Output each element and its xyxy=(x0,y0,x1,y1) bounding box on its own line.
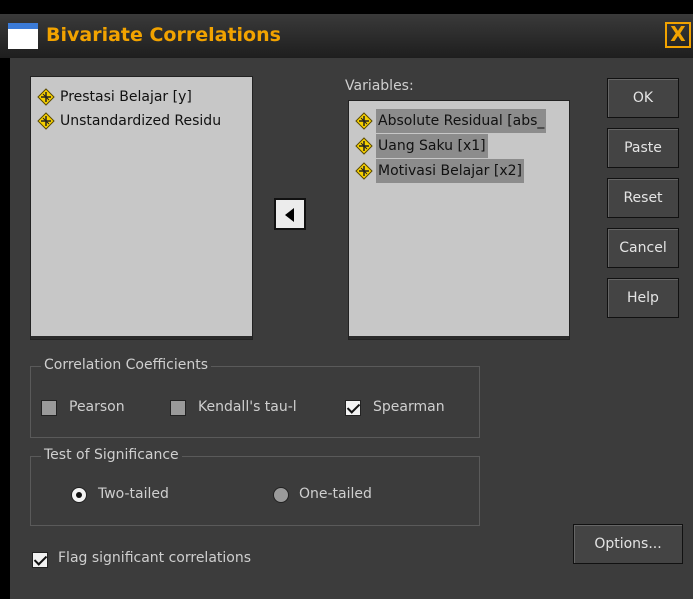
source-list-item-label: Prestasi Belajar [y] xyxy=(60,89,192,105)
ok-button[interactable]: OK xyxy=(607,78,679,118)
list-bottom-edge xyxy=(349,336,569,339)
one-tailed-label: One-tailed xyxy=(299,486,372,502)
help-button[interactable]: Help xyxy=(607,278,679,318)
test-of-significance-group: Test of Significance Two-tailed One-tail… xyxy=(30,447,480,526)
scale-variable-icon xyxy=(355,112,373,130)
source-variable-list[interactable]: Prestasi Belajar [y] Unstandardized Resi… xyxy=(30,76,253,340)
window-title: Bivariate Correlations xyxy=(46,24,281,46)
title-bar[interactable]: Bivariate Correlations X xyxy=(0,14,693,58)
arrow-left-icon xyxy=(285,208,294,222)
variables-list-item[interactable]: Motivasi Belajar [x2] xyxy=(355,159,524,183)
bivariate-correlations-dialog: Bivariate Correlations X Prestasi Belaja… xyxy=(0,0,693,599)
options-button[interactable]: Options... xyxy=(573,524,683,564)
paste-button[interactable]: Paste xyxy=(607,128,679,168)
variables-list-item-label: Uang Saku [x1] xyxy=(376,134,488,158)
pearson-label: Pearson xyxy=(69,399,125,415)
one-tailed-radio[interactable] xyxy=(273,487,289,503)
correlation-coefficients-title: Correlation Coefficients xyxy=(41,357,211,373)
kendall-checkbox[interactable] xyxy=(170,400,186,416)
scale-variable-icon xyxy=(37,88,55,106)
spearman-label: Spearman xyxy=(373,399,445,415)
flag-significant-label: Flag significant correlations xyxy=(58,550,252,566)
kendall-label: Kendall's tau-l xyxy=(198,399,297,415)
scale-variable-icon xyxy=(37,112,55,130)
spearman-checkbox[interactable] xyxy=(345,400,361,416)
source-list-item[interactable]: Prestasi Belajar [y] xyxy=(37,85,194,109)
correlation-coefficients-group: Correlation Coefficients Pearson Kendall… xyxy=(30,357,480,438)
window-icon xyxy=(8,23,38,49)
pearson-checkbox[interactable] xyxy=(41,400,57,416)
reset-button[interactable]: Reset xyxy=(607,178,679,218)
variables-label: Variables: xyxy=(345,78,414,94)
flag-significant-checkbox[interactable] xyxy=(32,552,48,568)
variables-list-item[interactable]: Uang Saku [x1] xyxy=(355,134,488,158)
source-list-item-label: Unstandardized Residu xyxy=(60,113,222,129)
test-of-significance-title: Test of Significance xyxy=(41,447,182,463)
list-bottom-edge xyxy=(31,336,252,339)
two-tailed-radio[interactable] xyxy=(71,487,87,503)
close-button[interactable]: X xyxy=(665,22,691,48)
dialog-body: Prestasi Belajar [y] Unstandardized Resi… xyxy=(10,58,693,599)
variables-list-item-label: Motivasi Belajar [x2] xyxy=(376,159,524,183)
two-tailed-label: Two-tailed xyxy=(98,486,169,502)
source-list-item[interactable]: Unstandardized Residu xyxy=(37,109,223,133)
variables-list-item[interactable]: Absolute Residual [abs_ xyxy=(355,109,547,133)
move-variable-button[interactable] xyxy=(274,198,306,230)
variables-list[interactable]: Absolute Residual [abs_ Uang Saku [x1] M… xyxy=(348,100,570,340)
variables-list-item-label: Absolute Residual [abs_ xyxy=(376,109,547,133)
scale-variable-icon xyxy=(355,162,373,180)
scale-variable-icon xyxy=(355,137,373,155)
cancel-button[interactable]: Cancel xyxy=(607,228,679,268)
